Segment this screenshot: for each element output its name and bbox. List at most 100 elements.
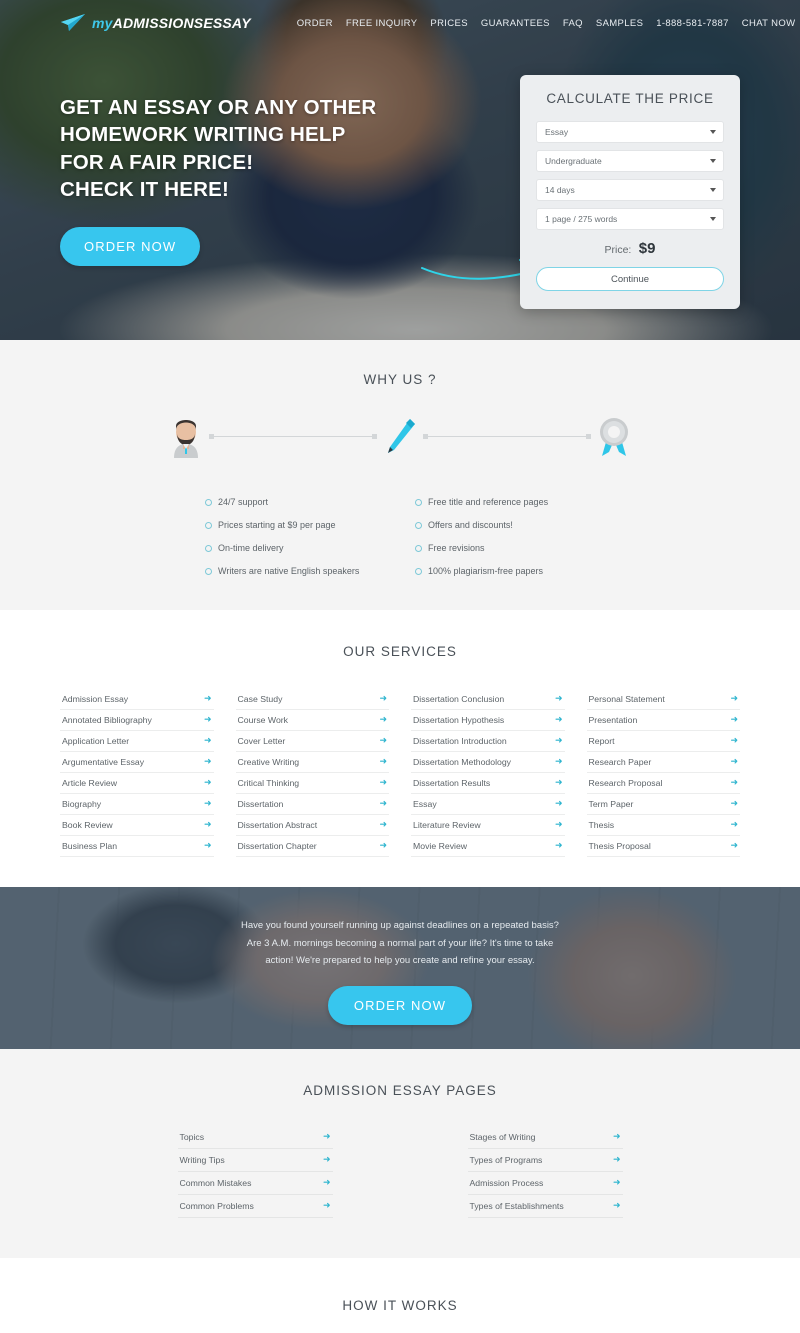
service-link[interactable]: Dissertation Introduction ➜ (411, 731, 565, 752)
admission-page-link[interactable]: Admission Process ➜ (467, 1172, 623, 1195)
site-logo[interactable]: myADMISSIONSESSAY (60, 13, 251, 33)
academic-level-select[interactable]: Undergraduate (536, 150, 724, 172)
arrow-right-icon: ➜ (554, 798, 563, 808)
service-link[interactable]: Biography ➜ (60, 794, 214, 815)
admission-pages-column-2: Stages of Writing ➜ Types of Programs ➜ Admi… (467, 1126, 623, 1218)
arrow-right-icon: ➜ (730, 798, 738, 808)
hero-section: myADMISSIONSESSAY ORDER FREE INQUIRY PRI… (0, 0, 800, 340)
logo-my: my (92, 15, 113, 31)
service-link[interactable]: Dissertation ➜ (235, 794, 389, 815)
service-link[interactable]: Personal Statement ➜ (586, 689, 740, 710)
nav-item-order[interactable]: ORDER (297, 18, 333, 29)
nav-item-chat-now[interactable]: CHAT NOW (742, 18, 796, 29)
arrow-right-icon: ➜ (730, 693, 738, 703)
service-link[interactable]: Argumentative Essay ➜ (60, 752, 214, 773)
service-link[interactable]: Presentation ➜ (586, 710, 740, 731)
service-link-label: Case Study (237, 693, 283, 704)
service-link-label: Business Plan (62, 840, 118, 851)
service-link[interactable]: Admission Essay ➜ (60, 689, 214, 710)
nav-item-guarantees[interactable]: GUARANTEES (481, 18, 550, 29)
chevron-down-icon (710, 159, 716, 163)
service-link[interactable]: Dissertation Methodology ➜ (411, 752, 565, 773)
arrow-right-icon: ➜ (203, 777, 212, 787)
service-link[interactable]: Dissertation Hypothesis ➜ (411, 710, 565, 731)
service-link[interactable]: Dissertation Results ➜ (411, 773, 565, 794)
service-link-label: Course Work (237, 714, 289, 725)
service-link-label: Book Review (62, 819, 113, 830)
deadline-value: 14 days (545, 185, 575, 195)
nav-item-phone[interactable]: 1-888-581-7887 (656, 18, 729, 29)
bullet-ring-icon (205, 498, 212, 506)
paper-type-select[interactable]: Essay (536, 121, 724, 143)
benefit-item: Prices starting at $9 per page (205, 520, 385, 530)
service-link[interactable]: Dissertation Chapter ➜ (235, 836, 389, 857)
arrow-right-icon: ➜ (730, 819, 738, 829)
service-link[interactable]: Thesis ➜ (586, 815, 740, 836)
hero-order-now-button[interactable]: ORDER NOW (60, 227, 201, 266)
admission-page-link-label: Stages of Writing (469, 1131, 536, 1142)
admission-page-link[interactable]: Topics ➜ (177, 1126, 333, 1149)
cta-banner-section: Have you found yourself running up again… (0, 887, 800, 1049)
service-link[interactable]: Business Plan ➜ (60, 836, 214, 857)
service-link[interactable]: Research Paper ➜ (586, 752, 740, 773)
benefit-label: On-time delivery (218, 543, 284, 553)
service-link[interactable]: Research Proposal ➜ (586, 773, 740, 794)
cta-order-now-button[interactable]: ORDER NOW (327, 985, 473, 1025)
nav-item-prices[interactable]: PRICES (430, 18, 467, 29)
admission-page-link[interactable]: Types of Programs ➜ (467, 1149, 623, 1172)
admission-page-link-label: Topics (179, 1131, 205, 1142)
service-link-label: Report (588, 735, 615, 746)
service-link-label: Application Letter (62, 735, 130, 746)
deadline-select[interactable]: 14 days (536, 179, 724, 201)
benefits-list: 24/7 support Prices starting at $9 per p… (205, 497, 595, 576)
service-link[interactable]: Case Study ➜ (235, 689, 389, 710)
arrow-right-icon: ➜ (554, 777, 563, 787)
chevron-down-icon (710, 188, 716, 192)
service-link[interactable]: Essay ➜ (411, 794, 565, 815)
service-link[interactable]: Creative Writing ➜ (235, 752, 389, 773)
arrow-right-icon: ➜ (203, 819, 212, 829)
service-link-label: Dissertation Hypothesis (413, 714, 505, 725)
nav-item-free-inquiry[interactable]: FREE INQUIRY (346, 18, 418, 29)
arrow-right-icon: ➜ (554, 756, 563, 766)
service-link[interactable]: Annotated Bibliography ➜ (60, 710, 214, 731)
service-link-label: Term Paper (588, 798, 634, 809)
benefit-item: Free revisions (415, 543, 595, 553)
admission-page-link[interactable]: Stages of Writing ➜ (467, 1126, 623, 1149)
nav-item-faq[interactable]: FAQ (563, 18, 583, 29)
how-it-works-title: HOW IT WORKS (342, 1298, 458, 1313)
service-link-label: Argumentative Essay (62, 756, 145, 767)
admission-page-link[interactable]: Writing Tips ➜ (177, 1149, 333, 1172)
benefits-column-right: Free title and reference pages Offers an… (415, 497, 595, 576)
arrow-right-icon: ➜ (203, 756, 212, 766)
service-link-label: Dissertation (237, 798, 284, 809)
service-link[interactable]: Dissertation Abstract ➜ (235, 815, 389, 836)
services-column-1: Admission Essay ➜ Annotated Bibliography ➜ A… (60, 689, 214, 857)
admission-page-link[interactable]: Types of Establishments ➜ (467, 1195, 623, 1218)
services-column-3: Dissertation Conclusion ➜ Dissertation Hyp… (411, 689, 565, 857)
service-link[interactable]: Book Review ➜ (60, 815, 214, 836)
service-link[interactable]: Cover Letter ➜ (235, 731, 389, 752)
admission-page-link[interactable]: Common Problems ➜ (177, 1195, 333, 1218)
benefit-label: Free revisions (428, 543, 485, 553)
service-link[interactable]: Article Review ➜ (60, 773, 214, 794)
service-link[interactable]: Report ➜ (586, 731, 740, 752)
benefit-item: On-time delivery (205, 543, 385, 553)
service-link[interactable]: Critical Thinking ➜ (235, 773, 389, 794)
landing-page: myADMISSIONSESSAY ORDER FREE INQUIRY PRI… (0, 0, 800, 1333)
service-link[interactable]: Application Letter ➜ (60, 731, 214, 752)
service-link-label: Thesis (588, 819, 615, 830)
admission-page-link[interactable]: Common Mistakes ➜ (177, 1172, 333, 1195)
service-link[interactable]: Thesis Proposal ➜ (586, 836, 740, 857)
service-link[interactable]: Term Paper ➜ (586, 794, 740, 815)
service-link[interactable]: Course Work ➜ (235, 710, 389, 731)
pages-select[interactable]: 1 page / 275 words (536, 208, 724, 230)
bullet-ring-icon (415, 544, 422, 552)
benefit-item: Writers are native English speakers (205, 566, 385, 576)
cta-paragraph: Have you found yourself running up again… (0, 917, 800, 970)
continue-button[interactable]: Continue (536, 267, 724, 291)
service-link[interactable]: Movie Review ➜ (411, 836, 565, 857)
service-link[interactable]: Dissertation Conclusion ➜ (411, 689, 565, 710)
service-link[interactable]: Literature Review ➜ (411, 815, 565, 836)
nav-item-samples[interactable]: SAMPLES (596, 18, 643, 29)
